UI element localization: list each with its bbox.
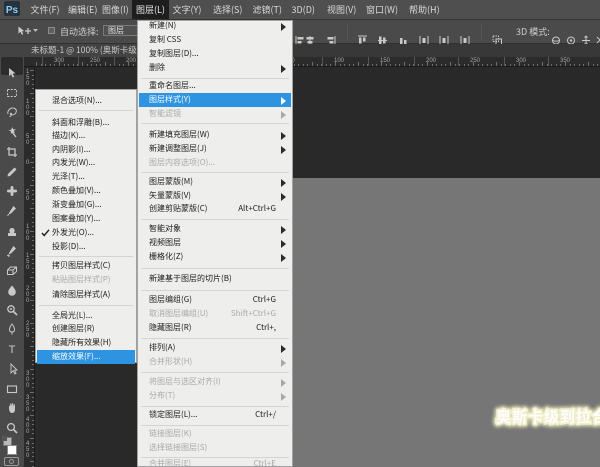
- svg-text:T: T: [9, 344, 16, 355]
- svg-text:奥斯卡级到拉合: 奥斯卡级到拉合: [496, 406, 600, 427]
